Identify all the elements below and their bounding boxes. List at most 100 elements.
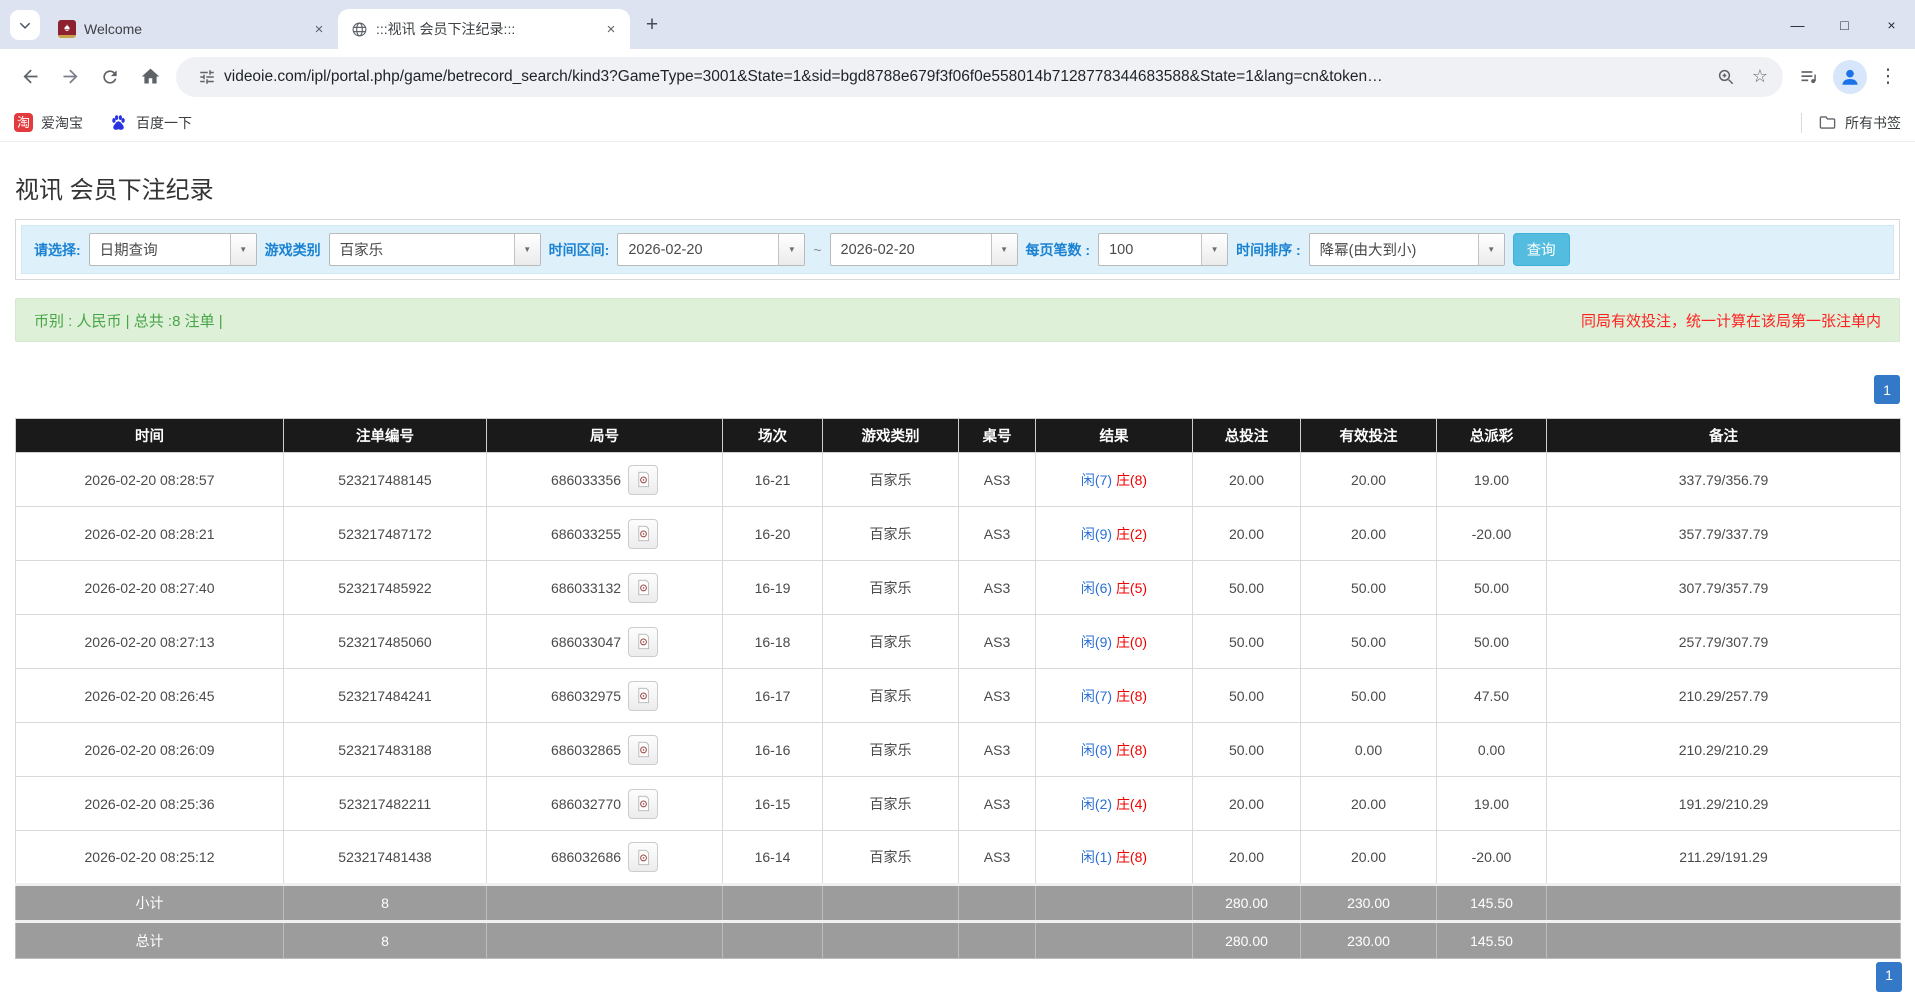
video-replay-button[interactable] — [628, 788, 659, 819]
cell-total-bet[interactable]: 50.00 — [1192, 668, 1301, 723]
tab-welcome[interactable]: ♠ Welcome × — [46, 9, 338, 49]
window-close-button[interactable]: × — [1868, 0, 1915, 49]
cell-bet-id: 523217487172 — [283, 506, 487, 561]
filter-select-label: 请选择: — [34, 241, 81, 258]
cell-round: 686032865 — [486, 722, 723, 777]
search-button[interactable]: 查询 — [1512, 233, 1570, 266]
cell-valid-bet: 20.00 — [1300, 830, 1437, 885]
cell-note: 191.29/210.29 — [1546, 776, 1901, 831]
bookmark-star-icon[interactable]: ☆ — [1743, 60, 1777, 94]
column-header: 有效投注 — [1300, 418, 1437, 453]
date-to-select[interactable]: 2026-02-20 ▼ — [829, 233, 1018, 266]
column-header: 局号 — [486, 418, 723, 453]
cell-valid-bet: 50.00 — [1300, 668, 1437, 723]
summary-cell — [958, 920, 1036, 959]
player-result: 闲(6) — [1080, 579, 1113, 596]
all-bookmarks-button[interactable]: 所有书签 — [1818, 113, 1901, 133]
poker-favicon-icon: ♠ — [58, 20, 76, 38]
window-maximize-button[interactable]: □ — [1821, 0, 1868, 49]
cell-total-bet[interactable]: 50.00 — [1192, 722, 1301, 777]
round-number: 686032975 — [550, 687, 622, 704]
back-button[interactable] — [10, 57, 50, 97]
globe-icon — [350, 20, 368, 38]
window-controls: — □ × — [1774, 0, 1915, 49]
browser-menu-icon[interactable]: ⋮ — [1871, 60, 1905, 94]
video-replay-button[interactable] — [628, 842, 659, 872]
media-controls-icon[interactable] — [1789, 57, 1829, 97]
page-size-select[interactable]: 100 ▼ — [1098, 233, 1229, 266]
cell-result: 闲(9) 庄(0) — [1035, 614, 1193, 669]
tab-betrecord[interactable]: :::视讯 会员下注纪录::: × — [338, 9, 630, 49]
round-wrap: 686032770 — [551, 788, 659, 819]
player-result: 闲(9) — [1080, 633, 1113, 650]
cell-session: 16-14 — [722, 830, 823, 885]
cell-total-bet[interactable]: 20.00 — [1192, 776, 1301, 831]
tab-search-button[interactable] — [10, 10, 40, 40]
round-number: 686032865 — [550, 741, 622, 758]
pagination-top: 1 — [15, 375, 1900, 404]
cell-total-bet[interactable]: 50.00 — [1192, 560, 1301, 615]
tab-close-icon[interactable]: × — [308, 18, 330, 40]
cell-time: 2026-02-20 08:25:12 — [15, 830, 284, 885]
tab-title: Welcome — [84, 21, 143, 37]
bookmark-baidu[interactable]: 百度一下 — [109, 113, 192, 133]
game-type-select[interactable]: 百家乐 ▼ — [328, 233, 541, 266]
address-bar[interactable]: videoie.com/ipl/portal.php/game/betrecor… — [176, 56, 1783, 97]
cell-total-bet[interactable]: 50.00 — [1192, 614, 1301, 669]
video-replay-button[interactable] — [628, 464, 659, 495]
cell-payout: 50.00 — [1436, 560, 1547, 615]
all-bookmarks-label: 所有书签 — [1845, 114, 1901, 131]
cell-time: 2026-02-20 08:27:13 — [15, 614, 284, 669]
browser-tab-strip: ♠ Welcome × :::视讯 会员下注纪录::: × + — □ × — [0, 0, 1915, 49]
table-row: 2026-02-20 08:28:21 523217487172 686033255… — [15, 506, 1901, 561]
video-replay-button[interactable] — [628, 518, 659, 549]
tab-close-icon[interactable]: × — [600, 18, 622, 40]
new-tab-button[interactable]: + — [636, 9, 668, 41]
cell-time: 2026-02-20 08:27:40 — [15, 560, 284, 615]
bookmark-aitaobao[interactable]: 淘 爱淘宝 — [14, 113, 83, 133]
video-replay-button[interactable] — [628, 680, 659, 711]
site-settings-tune-icon[interactable] — [190, 60, 224, 94]
baidu-paw-icon — [112, 115, 125, 130]
cell-valid-bet: 20.00 — [1300, 452, 1437, 507]
cell-game-type: 百家乐 — [822, 506, 959, 561]
round-number: 686032686 — [550, 849, 622, 865]
video-replay-button[interactable] — [628, 626, 659, 657]
date-from-select[interactable]: 2026-02-20 ▼ — [617, 233, 806, 266]
cell-total-bet[interactable]: 20.00 — [1192, 830, 1301, 885]
video-replay-icon — [637, 687, 649, 704]
forward-button[interactable] — [50, 57, 90, 97]
sort-select[interactable]: 降幂(由大到小) ▼ — [1308, 233, 1505, 266]
bookmarks-bar: 淘 爱淘宝 百度一下 所有书签 — [0, 104, 1915, 142]
profile-avatar[interactable] — [1833, 59, 1867, 94]
page-1-button-bottom[interactable]: 1 — [1876, 962, 1902, 992]
date-to-value: 2026-02-20 — [840, 241, 915, 258]
cell-game-type: 百家乐 — [822, 560, 959, 615]
cell-time: 2026-02-20 08:26:45 — [15, 668, 284, 723]
cell-bet-id: 523217484241 — [283, 668, 487, 723]
table-header-row: 时间 注单编号 局号 场次 游戏类别 桌号 结果 总投注 有效投注 总派彩 备注 — [15, 418, 1901, 453]
cell-note: 257.79/307.79 — [1546, 614, 1901, 669]
cell-result: 闲(7) 庄(8) — [1035, 452, 1193, 507]
zoom-icon[interactable] — [1709, 60, 1743, 94]
cell-total-bet[interactable]: 20.00 — [1192, 452, 1301, 507]
taobao-icon: 淘 — [14, 113, 33, 132]
summary-cell: 小计 — [15, 883, 284, 922]
query-type-select[interactable]: 日期查询 ▼ — [88, 233, 257, 266]
cell-note: 337.79/356.79 — [1546, 452, 1901, 507]
page-1-button[interactable]: 1 — [1874, 375, 1900, 404]
cell-game-type: 百家乐 — [822, 668, 959, 723]
cell-game-type: 百家乐 — [822, 722, 959, 777]
video-replay-button[interactable] — [628, 734, 659, 765]
banker-result: 庄(5) — [1115, 579, 1148, 596]
video-replay-icon — [637, 471, 649, 488]
reload-icon — [103, 69, 117, 84]
cell-total-bet[interactable]: 20.00 — [1192, 506, 1301, 561]
window-minimize-button[interactable]: — — [1774, 0, 1821, 49]
reload-button[interactable] — [90, 57, 130, 97]
home-button[interactable] — [130, 57, 170, 97]
video-replay-button[interactable] — [628, 572, 659, 603]
tab-title: :::视讯 会员下注纪录::: — [376, 21, 516, 37]
chevron-down-icon — [19, 22, 31, 29]
player-result: 闲(1) — [1080, 849, 1113, 865]
